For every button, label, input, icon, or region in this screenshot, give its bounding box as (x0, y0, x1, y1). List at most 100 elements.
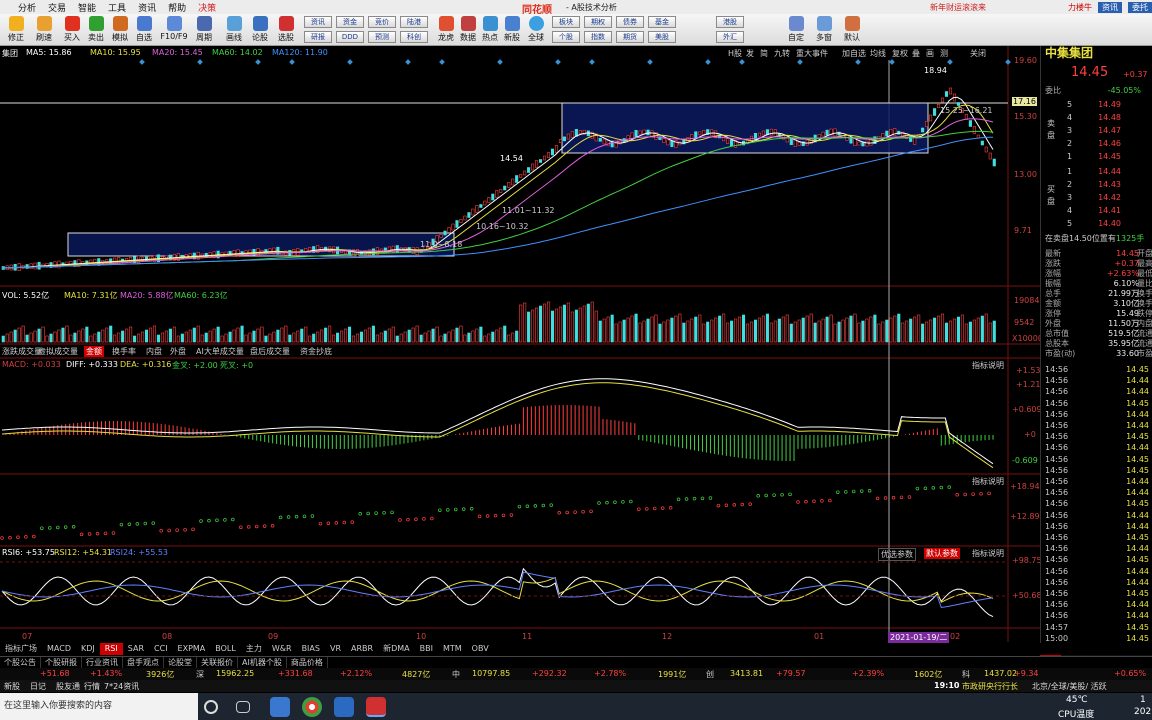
tool-jiuzhuan[interactable]: 九转 (774, 48, 790, 59)
rsi-optimize-button[interactable]: 优选参数 (878, 548, 916, 561)
bid-row[interactable]: 4 14.41 (1045, 206, 1152, 216)
info-tab[interactable]: 商品价格 (287, 657, 328, 668)
explorer-icon[interactable] (270, 697, 290, 717)
tb-research[interactable]: 研报 (304, 31, 332, 43)
indicator-help-button[interactable]: 指标说明 (972, 360, 1004, 371)
indicator-tab[interactable]: W&R (267, 643, 297, 655)
indicator-tab[interactable]: BIAS (297, 643, 325, 655)
tab-ai-volume[interactable]: AI大单成交量 (196, 346, 244, 357)
news-headline[interactable]: 市政研央行行长 (962, 681, 1018, 692)
task-view-icon[interactable] (236, 701, 250, 713)
tb-bonds[interactable]: 债券 (616, 16, 644, 28)
tb-hk[interactable]: 港股 (716, 16, 744, 28)
custom-button[interactable]: 自定 (782, 15, 810, 45)
indicator-tab[interactable]: VR (325, 643, 346, 655)
tb-funds[interactable]: 资金 (336, 16, 364, 28)
indicator-tab[interactable]: MACD (42, 643, 76, 655)
tab-turnover[interactable]: 换手率 (112, 346, 136, 357)
menu-item-decision[interactable]: 决策 (192, 1, 222, 14)
info-tab[interactable]: 行业资讯 (82, 657, 123, 668)
tool-draw[interactable]: 画 (926, 48, 934, 59)
menu-item-info[interactable]: 资讯 (132, 1, 162, 14)
indicator-help-button[interactable]: 指标说明 (972, 476, 1004, 487)
tab-bottom-fishing[interactable]: 资金抄底 (300, 346, 332, 357)
news-tab[interactable]: 7*24资讯 (104, 681, 139, 692)
ask-row[interactable]: 3 14.47 (1045, 126, 1152, 136)
order-button[interactable]: 委托 (1128, 1, 1152, 13)
rsi-default-button[interactable]: 默认参数 (924, 548, 960, 559)
chart-area[interactable]: 集团 MA5: 15.86 MA10: 15.95 MA20: 15.45 MA… (0, 46, 1043, 656)
tb-funds2[interactable]: 基金 (648, 16, 676, 28)
tb-us[interactable]: 美股 (648, 31, 676, 43)
indicator-tab[interactable]: BBI (415, 643, 438, 655)
indicator-tab[interactable]: OBV (467, 643, 494, 655)
start-circle-icon[interactable] (204, 700, 218, 714)
menu-item-smart[interactable]: 智能 (72, 1, 102, 14)
ask-row[interactable]: 5 14.49 (1045, 100, 1152, 110)
info-tab[interactable]: 个股研报 (41, 657, 82, 668)
bid-row[interactable]: 5 14.40 (1045, 219, 1152, 229)
tool-overlay[interactable]: 叠 (912, 48, 920, 59)
global-button[interactable]: 全球 (522, 15, 550, 45)
menu-item-help[interactable]: 帮助 (162, 1, 192, 14)
info-tab[interactable]: 论股堂 (164, 657, 197, 668)
tb-star[interactable]: 科创 (400, 31, 428, 43)
indicator-tab[interactable]: SAR (123, 643, 149, 655)
app-icon[interactable] (334, 697, 354, 717)
period-button[interactable]: 周期 (190, 15, 218, 45)
menu-item-tools[interactable]: 工具 (102, 1, 132, 14)
tool-measure[interactable]: 测 (940, 48, 948, 59)
ask-row[interactable]: 2 14.46 (1045, 139, 1152, 149)
indicator-tab[interactable]: EXPMA (173, 643, 211, 655)
indicator-tab[interactable]: ARBR (346, 643, 378, 655)
tab-amount[interactable]: 金额 (84, 346, 104, 357)
tool-add-watch[interactable]: 加自选 (842, 48, 866, 59)
tonghuashun-icon[interactable] (366, 697, 386, 717)
indicator-tab[interactable]: CCI (149, 643, 173, 655)
f10-button[interactable]: F10/F9 (160, 15, 188, 45)
info-tab[interactable]: 关联报价 (197, 657, 238, 668)
tb-options[interactable]: 期权 (584, 16, 612, 28)
tab-virtual-volume[interactable]: 虚拟成交量 (38, 346, 78, 357)
chrome-icon[interactable] (302, 697, 322, 717)
user-link[interactable]: 力楼牛 (1068, 2, 1092, 13)
indicator-tab[interactable]: RSI (99, 643, 123, 655)
tool-fa[interactable]: 发 (746, 48, 754, 59)
bid-row[interactable]: 2 14.43 (1045, 180, 1152, 190)
tb-forecast[interactable]: 预测 (368, 31, 396, 43)
indicator-tab[interactable]: KDJ (76, 643, 100, 655)
info-tab[interactable]: AI机器个股 (238, 657, 287, 668)
info-tab[interactable]: 个股公告 (0, 657, 41, 668)
tab-outer[interactable]: 外盘 (170, 346, 186, 357)
indicator-tab[interactable]: 主力 (241, 643, 267, 655)
multi-window-button[interactable]: 多窗 (810, 15, 838, 45)
tb-futures[interactable]: 期货 (616, 31, 644, 43)
bid-row[interactable]: 1 14.44 (1045, 167, 1152, 177)
fix-button[interactable]: 修正 (2, 15, 30, 45)
tb-hk-connect[interactable]: 陆港 (400, 16, 428, 28)
info-tab[interactable]: 盘手观点 (123, 657, 164, 668)
tb-index[interactable]: 指数 (584, 31, 612, 43)
tb-stock[interactable]: 个股 (552, 31, 580, 43)
stock-picker-button[interactable]: 选股 (272, 15, 300, 45)
tb-fx[interactable]: 外汇 (716, 31, 744, 43)
indicator-tab[interactable]: 指标广场 (0, 643, 42, 655)
tool-hshare[interactable]: H股 (728, 48, 742, 59)
draw-line-button[interactable]: 画线 (220, 15, 248, 45)
news-tab[interactable]: 新股 (4, 681, 20, 692)
forum-button[interactable]: 论股 (246, 15, 274, 45)
tb-ddd[interactable]: DDD (336, 31, 364, 43)
watchlist-button[interactable]: 自选 (130, 15, 158, 45)
tab-updown-volume[interactable]: 涨跌成交量 (2, 346, 42, 357)
tool-ma[interactable]: 均线 (870, 48, 886, 59)
news-tab[interactable]: 股友通 (56, 681, 80, 692)
bid-row[interactable]: 3 14.42 (1045, 193, 1152, 203)
info-button[interactable]: 资讯 (1098, 1, 1122, 13)
indicator-tab[interactable]: 新DMA (378, 643, 415, 655)
tool-jian[interactable]: 简 (760, 48, 768, 59)
tab-afterhours[interactable]: 盘后成交量 (250, 346, 290, 357)
ask-row[interactable]: 4 14.48 (1045, 113, 1152, 123)
tab-inner[interactable]: 内盘 (146, 346, 162, 357)
tool-events[interactable]: 重大事件 (796, 48, 828, 59)
menu-item-analysis[interactable]: 分析 (12, 1, 42, 14)
